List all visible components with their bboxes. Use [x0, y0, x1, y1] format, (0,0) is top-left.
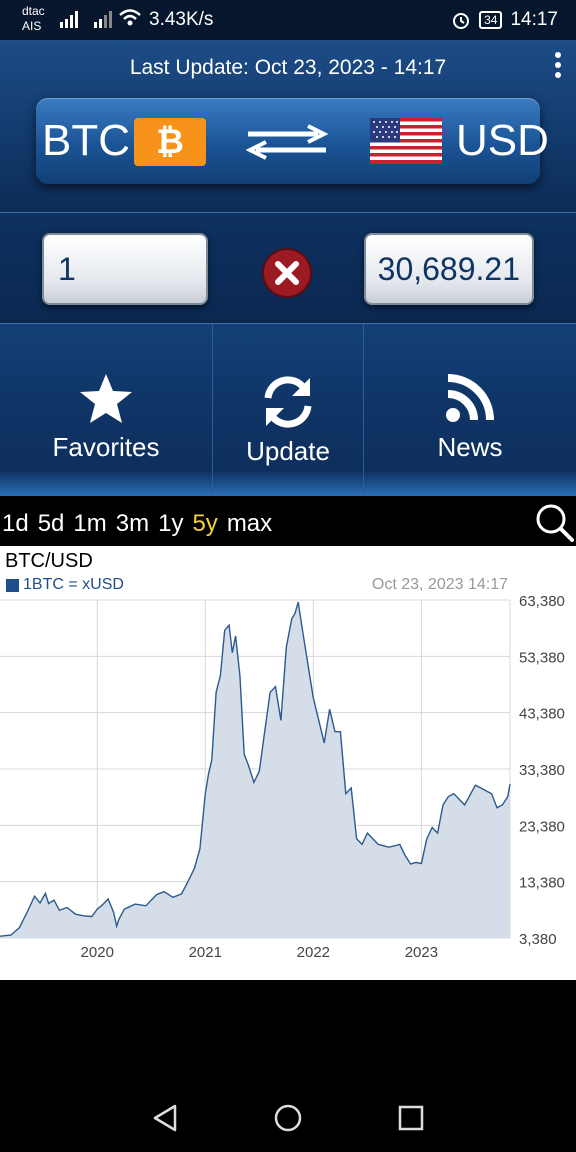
- favorites-button[interactable]: Favorites: [0, 324, 213, 496]
- range-option-1d[interactable]: 1d: [2, 510, 29, 538]
- search-icon[interactable]: [534, 502, 574, 542]
- update-button[interactable]: Update: [213, 324, 364, 496]
- alarm-icon: [453, 13, 470, 29]
- swap-icon[interactable]: [246, 124, 328, 160]
- range-selector: 1d 5d 1m 3m 1y 5y max: [0, 496, 576, 546]
- update-label: Update: [246, 436, 330, 466]
- carrier-label: dtac AIS: [22, 4, 45, 33]
- recents-icon[interactable]: [398, 1104, 424, 1132]
- us-flag-icon: [370, 118, 442, 164]
- y-tick-label: 33,380: [519, 762, 565, 779]
- news-label: News: [437, 432, 503, 462]
- chart-canvas[interactable]: 63,380 53,380 43,380 33,380 23,380 13,380 3,38…: [0, 546, 576, 980]
- battery-icon: 34: [479, 11, 503, 29]
- x-tick-label: 2020: [81, 944, 114, 961]
- status-bar: dtac AIS 3.43K/s 34 14:17: [0, 0, 576, 40]
- main-nav: Favorites Update News: [0, 324, 576, 496]
- signal-icon-2: [94, 11, 112, 28]
- x-tick-label: 2021: [189, 944, 222, 961]
- amount-input[interactable]: 1: [42, 233, 208, 305]
- to-currency-label[interactable]: USD: [456, 116, 549, 166]
- range-option-1m[interactable]: 1m: [73, 510, 106, 538]
- from-currency-label[interactable]: BTC: [42, 116, 130, 166]
- legend-label: 1BTC = xUSD: [23, 576, 124, 593]
- x-tick-label: 2022: [297, 944, 330, 961]
- range-option-max[interactable]: max: [227, 510, 272, 538]
- currency-pair-selector[interactable]: BTC ₿ USD: [36, 98, 549, 184]
- converter-strip: 1 30,689.21: [0, 212, 576, 324]
- y-tick-label: 63,380: [519, 593, 565, 610]
- x-tick-label: 2023: [405, 944, 438, 961]
- legend-swatch: [6, 578, 19, 592]
- y-tick-label: 53,380: [519, 649, 565, 666]
- bitcoin-icon: ₿: [134, 118, 206, 166]
- system-nav-bar: [0, 1080, 576, 1152]
- chart-date: Oct 23, 2023 14:17: [371, 576, 508, 593]
- y-tick-label: 3,380: [519, 931, 557, 948]
- news-button[interactable]: News: [364, 324, 576, 496]
- range-option-5y[interactable]: 5y: [192, 510, 217, 538]
- range-option-3m[interactable]: 3m: [116, 510, 149, 538]
- last-update-label: Last Update: Oct 23, 2023 - 14:17: [129, 56, 447, 79]
- star-icon: [80, 374, 132, 423]
- refresh-icon: [264, 376, 312, 428]
- overflow-menu-icon[interactable]: [554, 52, 562, 82]
- app-header: Last Update: Oct 23, 2023 - 14:17 BTC ₿ …: [0, 40, 576, 212]
- y-tick-label: 43,380: [519, 706, 565, 723]
- favorites-label: Favorites: [52, 432, 160, 462]
- range-option-1y[interactable]: 1y: [158, 510, 183, 538]
- y-tick-label: 13,380: [519, 875, 565, 892]
- range-option-5d[interactable]: 5d: [38, 510, 65, 538]
- chart-title: BTC/USD: [5, 550, 93, 572]
- signal-icon: [60, 11, 78, 28]
- price-chart[interactable]: 63,380 53,380 43,380 33,380 23,380 13,380 3,38…: [0, 546, 576, 980]
- home-icon[interactable]: [274, 1104, 302, 1132]
- back-icon[interactable]: [152, 1104, 178, 1132]
- clock: 14:17: [510, 9, 558, 30]
- result-field[interactable]: 30,689.21: [364, 233, 534, 305]
- wifi-icon: [119, 9, 141, 26]
- series-area: [0, 602, 510, 938]
- y-tick-label: 23,380: [519, 818, 565, 835]
- net-speed: 3.43K/s: [149, 9, 214, 30]
- chart-legend: 1BTC = xUSD: [6, 576, 124, 594]
- rss-icon: [446, 374, 494, 422]
- clear-button[interactable]: [262, 248, 312, 298]
